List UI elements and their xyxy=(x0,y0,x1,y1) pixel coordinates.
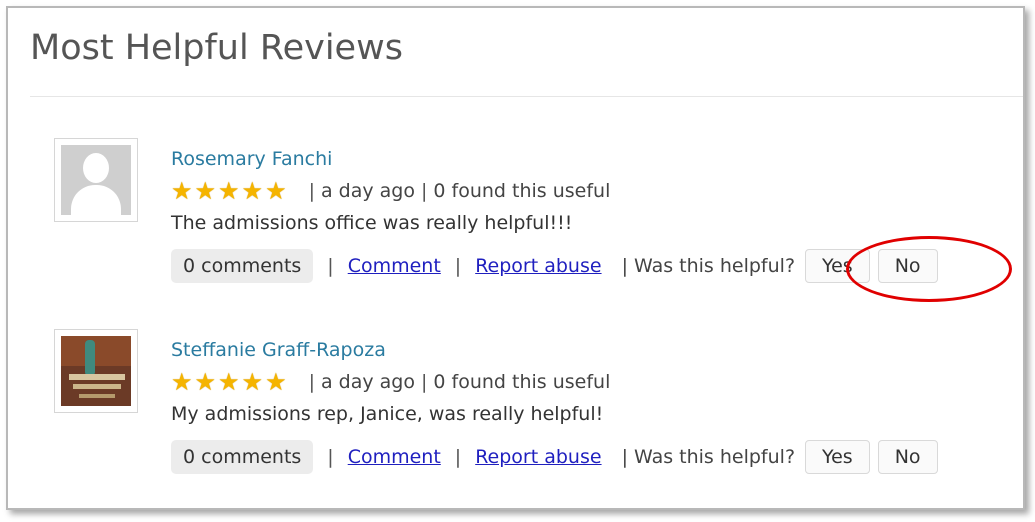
star-icon: ★ xyxy=(171,368,193,396)
review-item: Steffanie Graff-Rapoza ★ ★ ★ ★ ★ | a day… xyxy=(54,329,1014,479)
separator: | xyxy=(454,446,462,468)
review-time: a day ago xyxy=(320,180,415,202)
star-icon: ★ xyxy=(265,177,287,205)
review-text: My admissions rep, Janice, was really he… xyxy=(171,403,604,425)
report-abuse-link[interactable]: Report abuse xyxy=(475,446,601,468)
star-icon: ★ xyxy=(194,368,217,396)
star-icon: ★ xyxy=(241,368,264,396)
book-cover-avatar-icon xyxy=(61,336,131,406)
page-title: Most Helpful Reviews xyxy=(30,28,403,68)
default-user-avatar-icon xyxy=(61,145,131,215)
star-icon: ★ xyxy=(265,368,287,396)
yes-button[interactable]: Yes xyxy=(805,249,870,283)
separator: | xyxy=(454,255,462,277)
reviewer-name-link[interactable]: Rosemary Fanchi xyxy=(171,148,332,170)
review-item: Rosemary Fanchi ★ ★ ★ ★ ★ | a day ago | … xyxy=(54,138,1014,288)
separator: | xyxy=(420,180,428,202)
useful-count: 0 found this useful xyxy=(433,180,611,202)
star-rating: ★ ★ ★ ★ ★ xyxy=(171,370,289,394)
star-icon: ★ xyxy=(218,368,240,396)
star-icon: ★ xyxy=(171,177,193,205)
reviewer-name-link[interactable]: Steffanie Graff-Rapoza xyxy=(171,339,386,361)
comment-link[interactable]: Comment xyxy=(348,255,441,277)
star-rating: ★ ★ ★ ★ ★ xyxy=(171,179,289,203)
separator: | xyxy=(308,180,315,202)
review-meta: ★ ★ ★ ★ ★ | a day ago | 0 found this use… xyxy=(171,178,610,204)
useful-count: 0 found this useful xyxy=(433,371,611,393)
avatar xyxy=(54,329,138,413)
helpful-label: | Was this helpful? xyxy=(621,446,796,468)
review-actions: 0 comments | Comment | Report abuse | Wa… xyxy=(171,248,946,284)
review-time: a day ago xyxy=(320,371,415,393)
separator: | xyxy=(327,255,334,277)
review-meta: ★ ★ ★ ★ ★ | a day ago | 0 found this use… xyxy=(171,369,610,395)
comment-link[interactable]: Comment xyxy=(348,446,441,468)
yes-button[interactable]: Yes xyxy=(805,440,870,474)
comments-count-button[interactable]: 0 comments xyxy=(171,249,314,283)
star-icon: ★ xyxy=(218,177,240,205)
reviews-panel: Most Helpful Reviews Rosemary Fanchi ★ ★… xyxy=(6,6,1025,510)
report-abuse-link[interactable]: Report abuse xyxy=(475,255,601,277)
review-text: The admissions office was really helpful… xyxy=(171,212,573,234)
title-divider xyxy=(30,96,1023,97)
comments-count-button[interactable]: 0 comments xyxy=(171,440,314,474)
star-icon: ★ xyxy=(241,177,264,205)
helpful-label: | Was this helpful? xyxy=(621,255,796,277)
separator: | xyxy=(327,446,334,468)
review-actions: 0 comments | Comment | Report abuse | Wa… xyxy=(171,439,946,475)
avatar xyxy=(54,138,138,222)
no-button[interactable]: No xyxy=(877,440,938,474)
no-button[interactable]: No xyxy=(877,249,938,283)
separator: | xyxy=(420,371,428,393)
separator: | xyxy=(308,371,315,393)
star-icon: ★ xyxy=(194,177,217,205)
